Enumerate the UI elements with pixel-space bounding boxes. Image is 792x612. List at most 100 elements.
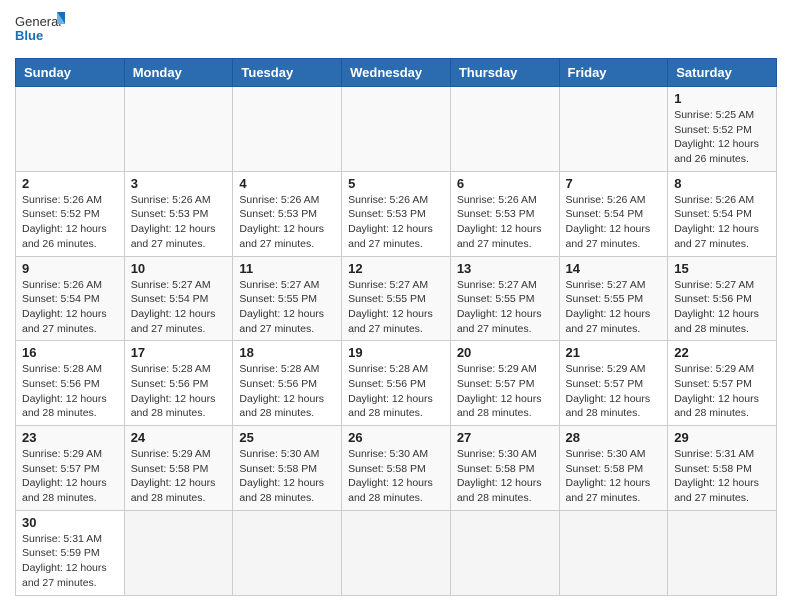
day-info: Sunrise: 5:29 AM Sunset: 5:57 PM Dayligh… <box>457 362 553 421</box>
calendar-cell <box>559 510 668 595</box>
day-info: Sunrise: 5:27 AM Sunset: 5:55 PM Dayligh… <box>457 278 553 337</box>
day-info: Sunrise: 5:29 AM Sunset: 5:57 PM Dayligh… <box>22 447 118 506</box>
calendar-cell: 9 Sunrise: 5:26 AM Sunset: 5:54 PM Daylig… <box>16 256 125 341</box>
day-number: 7 <box>566 176 662 191</box>
calendar-cell: 15Sunrise: 5:27 AM Sunset: 5:56 PM Dayli… <box>668 256 777 341</box>
day-number: 29 <box>674 430 770 445</box>
day-info: Sunrise: 5:26 AM Sunset: 5:54 PM Dayligh… <box>566 193 662 252</box>
day-info: Sunrise: 5:29 AM Sunset: 5:57 PM Dayligh… <box>674 362 770 421</box>
calendar-header-thursday: Thursday <box>450 59 559 87</box>
calendar-header-friday: Friday <box>559 59 668 87</box>
day-number: 8 <box>674 176 770 191</box>
day-number: 30 <box>22 515 118 530</box>
day-number: 10 <box>131 261 227 276</box>
day-number: 26 <box>348 430 444 445</box>
logo: General Blue <box>15 10 65 50</box>
day-info: Sunrise: 5:26 AM Sunset: 5:53 PM Dayligh… <box>457 193 553 252</box>
calendar-header-saturday: Saturday <box>668 59 777 87</box>
calendar-cell: 16 Sunrise: 5:28 AM Sunset: 5:56 PM Dayli… <box>16 341 125 426</box>
day-number: 20 <box>457 345 553 360</box>
calendar-cell <box>668 510 777 595</box>
day-info: Sunrise: 5:26 AM Sunset: 5:53 PM Dayligh… <box>239 193 335 252</box>
calendar-cell: 22 Sunrise: 5:29 AM Sunset: 5:57 PM Dayli… <box>668 341 777 426</box>
day-number: 9 <box>22 261 118 276</box>
calendar-cell <box>342 87 451 172</box>
calendar-cell <box>450 510 559 595</box>
day-info: Sunrise: 5:27 AM Sunset: 5:55 PM Dayligh… <box>348 278 444 337</box>
day-info: Sunrise: 5:26 AM Sunset: 5:53 PM Dayligh… <box>131 193 227 252</box>
calendar: SundayMondayTuesdayWednesdayThursdayFrid… <box>15 58 777 596</box>
calendar-cell <box>124 510 233 595</box>
day-info: Sunrise: 5:29 AM Sunset: 5:57 PM Dayligh… <box>566 362 662 421</box>
calendar-cell: 27 Sunrise: 5:30 AM Sunset: 5:58 PM Dayli… <box>450 426 559 511</box>
calendar-cell: 11 Sunrise: 5:27 AM Sunset: 5:55 PM Dayli… <box>233 256 342 341</box>
calendar-cell: 26 Sunrise: 5:30 AM Sunset: 5:58 PM Dayli… <box>342 426 451 511</box>
day-number: 19 <box>348 345 444 360</box>
calendar-cell: 3Sunrise: 5:26 AM Sunset: 5:53 PM Daylig… <box>124 171 233 256</box>
day-number: 18 <box>239 345 335 360</box>
day-number: 11 <box>239 261 335 276</box>
day-info: Sunrise: 5:26 AM Sunset: 5:53 PM Dayligh… <box>348 193 444 252</box>
day-number: 17 <box>131 345 227 360</box>
day-number: 27 <box>457 430 553 445</box>
day-info: Sunrise: 5:30 AM Sunset: 5:58 PM Dayligh… <box>566 447 662 506</box>
day-number: 22 <box>674 345 770 360</box>
calendar-cell <box>342 510 451 595</box>
calendar-cell <box>233 87 342 172</box>
day-info: Sunrise: 5:26 AM Sunset: 5:54 PM Dayligh… <box>674 193 770 252</box>
calendar-cell: 20 Sunrise: 5:29 AM Sunset: 5:57 PM Dayli… <box>450 341 559 426</box>
calendar-cell: 2 Sunrise: 5:26 AM Sunset: 5:52 PM Daylig… <box>16 171 125 256</box>
day-number: 14 <box>566 261 662 276</box>
day-number: 1 <box>674 91 770 106</box>
calendar-cell: 18 Sunrise: 5:28 AM Sunset: 5:56 PM Dayli… <box>233 341 342 426</box>
day-number: 23 <box>22 430 118 445</box>
day-number: 16 <box>22 345 118 360</box>
calendar-cell: 14Sunrise: 5:27 AM Sunset: 5:55 PM Dayli… <box>559 256 668 341</box>
day-info: Sunrise: 5:27 AM Sunset: 5:55 PM Dayligh… <box>239 278 335 337</box>
day-info: Sunrise: 5:28 AM Sunset: 5:56 PM Dayligh… <box>239 362 335 421</box>
calendar-header-monday: Monday <box>124 59 233 87</box>
calendar-cell <box>559 87 668 172</box>
day-number: 2 <box>22 176 118 191</box>
day-number: 25 <box>239 430 335 445</box>
week-row-5: 23 Sunrise: 5:29 AM Sunset: 5:57 PM Dayli… <box>16 426 777 511</box>
day-info: Sunrise: 5:30 AM Sunset: 5:58 PM Dayligh… <box>457 447 553 506</box>
day-info: Sunrise: 5:27 AM Sunset: 5:56 PM Dayligh… <box>674 278 770 337</box>
day-number: 24 <box>131 430 227 445</box>
calendar-cell: 23 Sunrise: 5:29 AM Sunset: 5:57 PM Dayli… <box>16 426 125 511</box>
day-info: Sunrise: 5:31 AM Sunset: 5:58 PM Dayligh… <box>674 447 770 506</box>
calendar-cell: 7 Sunrise: 5:26 AM Sunset: 5:54 PM Daylig… <box>559 171 668 256</box>
calendar-header-row: SundayMondayTuesdayWednesdayThursdayFrid… <box>16 59 777 87</box>
calendar-cell: 5 Sunrise: 5:26 AM Sunset: 5:53 PM Daylig… <box>342 171 451 256</box>
calendar-cell: 19 Sunrise: 5:28 AM Sunset: 5:56 PM Dayli… <box>342 341 451 426</box>
day-number: 5 <box>348 176 444 191</box>
week-row-4: 16 Sunrise: 5:28 AM Sunset: 5:56 PM Dayli… <box>16 341 777 426</box>
logo-svg: General Blue <box>15 10 65 50</box>
calendar-cell: 4 Sunrise: 5:26 AM Sunset: 5:53 PM Daylig… <box>233 171 342 256</box>
day-number: 12 <box>348 261 444 276</box>
calendar-cell <box>124 87 233 172</box>
day-info: Sunrise: 5:28 AM Sunset: 5:56 PM Dayligh… <box>22 362 118 421</box>
calendar-cell: 8 Sunrise: 5:26 AM Sunset: 5:54 PM Daylig… <box>668 171 777 256</box>
day-info: Sunrise: 5:26 AM Sunset: 5:52 PM Dayligh… <box>22 193 118 252</box>
day-info: Sunrise: 5:30 AM Sunset: 5:58 PM Dayligh… <box>348 447 444 506</box>
day-info: Sunrise: 5:27 AM Sunset: 5:54 PM Dayligh… <box>131 278 227 337</box>
calendar-cell: 13 Sunrise: 5:27 AM Sunset: 5:55 PM Dayli… <box>450 256 559 341</box>
calendar-header-sunday: Sunday <box>16 59 125 87</box>
day-number: 28 <box>566 430 662 445</box>
svg-text:Blue: Blue <box>15 28 43 43</box>
day-number: 13 <box>457 261 553 276</box>
calendar-cell: 17Sunrise: 5:28 AM Sunset: 5:56 PM Dayli… <box>124 341 233 426</box>
day-number: 4 <box>239 176 335 191</box>
calendar-cell: 10 Sunrise: 5:27 AM Sunset: 5:54 PM Dayli… <box>124 256 233 341</box>
calendar-cell: 24 Sunrise: 5:29 AM Sunset: 5:58 PM Dayli… <box>124 426 233 511</box>
calendar-cell: 28 Sunrise: 5:30 AM Sunset: 5:58 PM Dayli… <box>559 426 668 511</box>
calendar-cell <box>450 87 559 172</box>
day-info: Sunrise: 5:29 AM Sunset: 5:58 PM Dayligh… <box>131 447 227 506</box>
calendar-header-tuesday: Tuesday <box>233 59 342 87</box>
calendar-cell: 6 Sunrise: 5:26 AM Sunset: 5:53 PM Daylig… <box>450 171 559 256</box>
calendar-cell: 30Sunrise: 5:31 AM Sunset: 5:59 PM Dayli… <box>16 510 125 595</box>
day-info: Sunrise: 5:28 AM Sunset: 5:56 PM Dayligh… <box>348 362 444 421</box>
day-number: 6 <box>457 176 553 191</box>
day-info: Sunrise: 5:26 AM Sunset: 5:54 PM Dayligh… <box>22 278 118 337</box>
